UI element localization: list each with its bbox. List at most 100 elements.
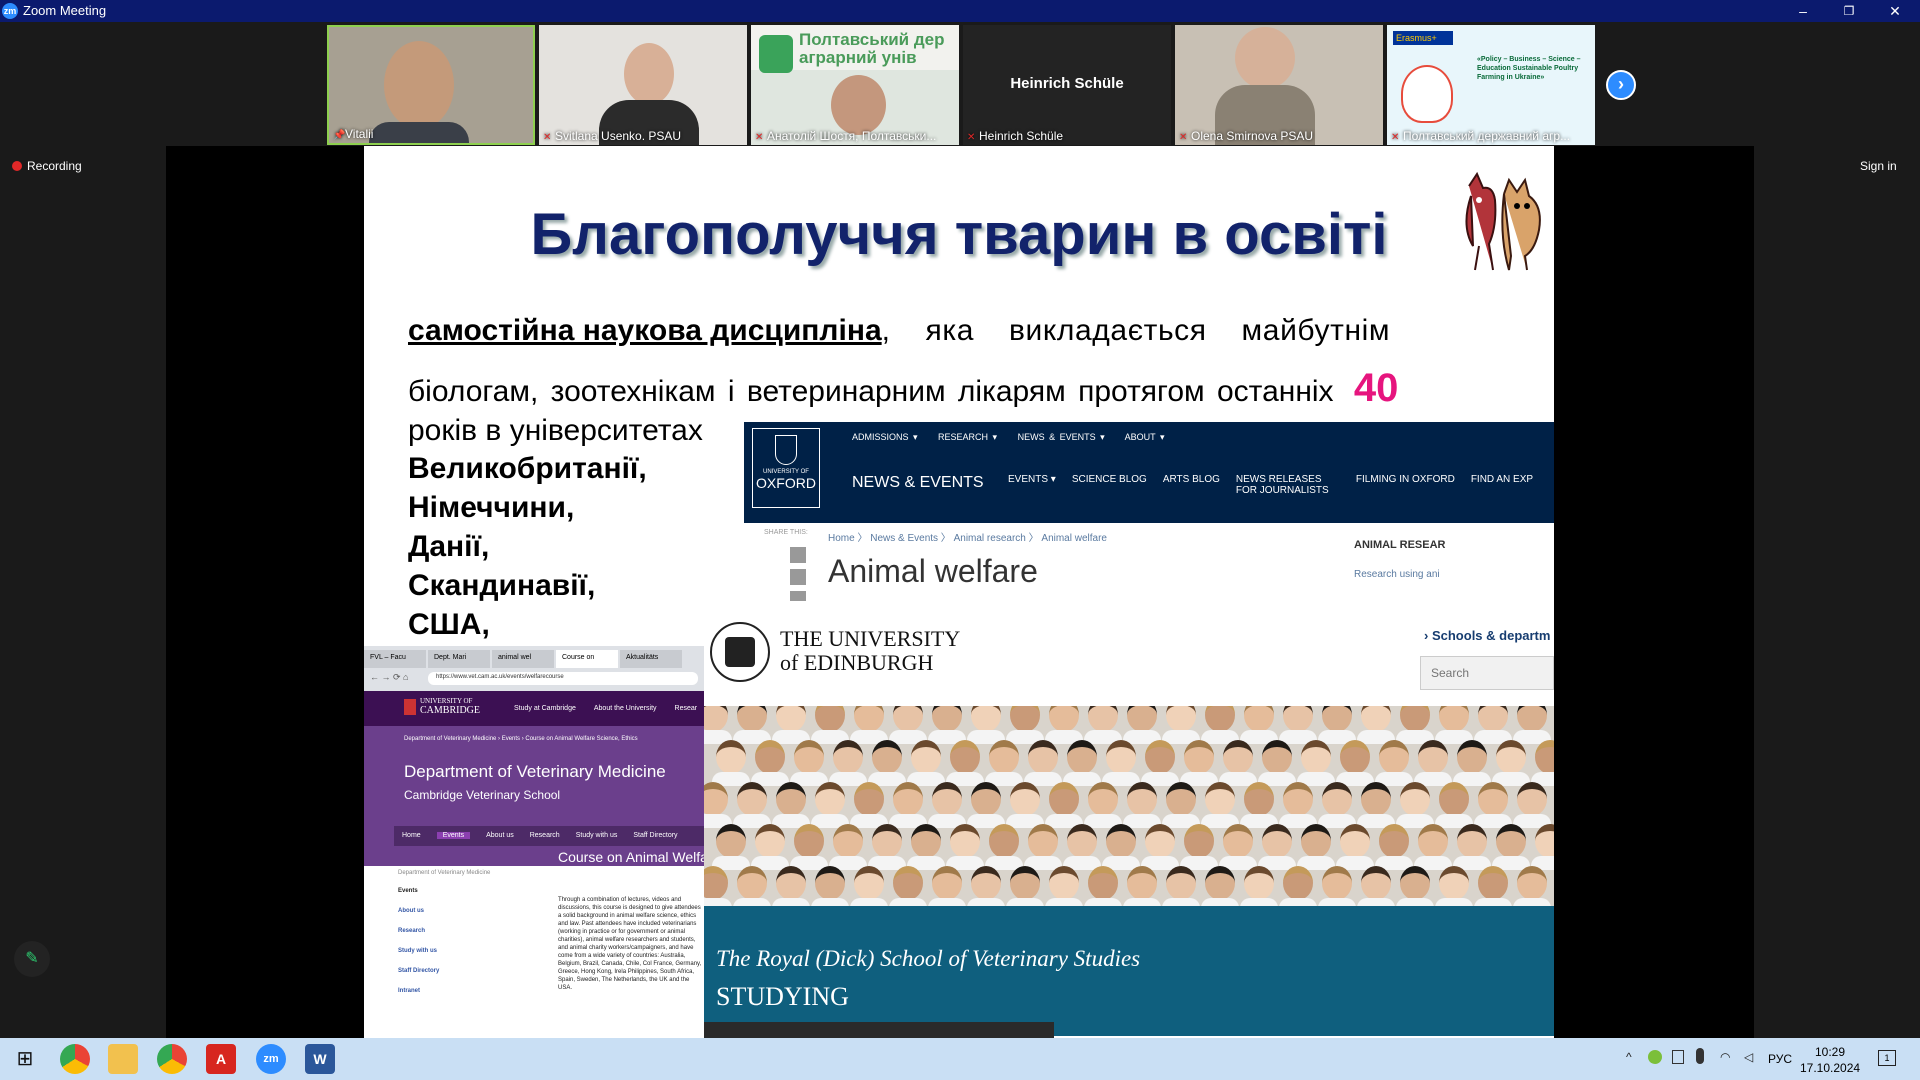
student-head [872, 740, 902, 774]
oxford-side-link[interactable]: Research using ani [1354, 569, 1440, 580]
student-head [794, 740, 824, 774]
student-head [704, 866, 728, 900]
oxford-breadcrumb[interactable]: Home 〉 News & Events 〉 Animal research 〉… [828, 529, 1107, 544]
oxford-submenu-item[interactable]: FIND AN EXP [1471, 474, 1533, 496]
chrome-profile-icon[interactable] [157, 1044, 187, 1074]
next-page-button[interactable]: › [1606, 70, 1636, 100]
schools-link-label: Schools & departm [1431, 628, 1551, 643]
oxford-menu-item[interactable]: NEWS & EVENTS ▾ [1018, 432, 1105, 442]
white-coat [1318, 898, 1356, 906]
white-coat [1357, 898, 1395, 906]
white-coat [1084, 898, 1122, 906]
zoom-icon[interactable]: zm [256, 1044, 286, 1074]
clock-time: 10:29 [1814, 1045, 1846, 1059]
participant-face [624, 43, 674, 105]
close-button[interactable]: ✕ [1872, 0, 1918, 22]
student-head [737, 706, 767, 732]
volume-icon[interactable]: ◁ [1744, 1050, 1753, 1064]
cambridge-nav-item[interactable]: Research [530, 832, 560, 839]
highlight-number: 40 [1353, 366, 1399, 410]
oxford-menu-item[interactable]: ABOUT ▾ [1125, 432, 1165, 442]
oxford-menu-item[interactable]: ADMISSIONS ▾ [852, 432, 918, 442]
cambridge-nav-item[interactable]: Events [436, 832, 471, 839]
tray-device-icon[interactable] [1672, 1050, 1684, 1064]
student-head [1439, 706, 1469, 732]
cambridge-nav-item[interactable]: About us [486, 832, 514, 839]
chrome-icon[interactable] [60, 1044, 90, 1074]
notification-icon[interactable]: 1 [1878, 1050, 1896, 1066]
participant-tile[interactable]: Полтавський дер аграрний унів ✕ Анатолій … [751, 25, 959, 145]
student-head [1223, 824, 1253, 858]
white-coat [772, 898, 810, 906]
browser-tab[interactable]: Aktualitäts [620, 650, 682, 668]
participant-tile[interactable]: ✕ Olena Smirnova PSAU [1175, 25, 1383, 145]
cambridge-side-item[interactable]: Intranet [398, 988, 420, 994]
participant-tile[interactable]: Erasmus+ «Policy – Business – Science – … [1387, 25, 1595, 145]
restore-button[interactable]: ❐ [1826, 0, 1872, 22]
cambridge-logo: UNIVERSITY OF CAMBRIDGE [420, 697, 480, 716]
oxford-submenu-item[interactable]: NEWS RELEASES FOR JOURNALISTS [1236, 474, 1340, 496]
edinburgh-name-line2: of EDINBURGH [780, 650, 934, 675]
minimize-button[interactable]: – [1780, 0, 1826, 22]
taskbar-clock[interactable]: 10:29 17.10.2024 [1800, 1044, 1860, 1076]
participant-tile[interactable]: ✕ Svitlana Usenko. PSAU [539, 25, 747, 145]
schools-link[interactable]: › Schools & departm [1424, 628, 1550, 643]
address-bar[interactable]: https://www.vet.cam.ac.uk/events/welfare… [428, 672, 698, 685]
acrobat-icon[interactable]: A [206, 1044, 236, 1074]
cambridge-side-item[interactable]: Study with us [398, 948, 437, 954]
twitter-icon[interactable] [790, 547, 806, 563]
participant-tile[interactable]: Heinrich Schüle ✕ Heinrich Schüle [963, 25, 1171, 145]
white-coat [1045, 898, 1083, 906]
microphone-icon[interactable] [1696, 1048, 1704, 1064]
student-head [1010, 706, 1040, 732]
student-head [1301, 824, 1331, 858]
sign-in-link[interactable]: Sign in [1860, 159, 1897, 173]
linkedin-icon[interactable] [790, 591, 806, 601]
search-input[interactable] [1420, 656, 1554, 690]
cambridge-top-link[interactable]: Resear [675, 705, 698, 712]
cambridge-top-link[interactable]: Study at Cambridge [514, 705, 576, 712]
student-head [1361, 782, 1391, 816]
student-head [1322, 782, 1352, 816]
word-icon[interactable]: W [305, 1044, 335, 1074]
participant-name: ✕ Heinrich Schüle [967, 129, 1064, 143]
annotate-pencil-button[interactable]: ✎ [14, 941, 50, 977]
student-head [1049, 866, 1079, 900]
cambridge-side-item[interactable]: Staff Directory [398, 968, 439, 974]
clock-date: 17.10.2024 [1800, 1061, 1861, 1075]
language-indicator[interactable]: РУС [1768, 1052, 1792, 1066]
browser-tab[interactable]: FVL – Facu [364, 650, 426, 668]
cambridge-side-item[interactable]: Research [398, 928, 425, 934]
network-icon[interactable]: ◠ [1720, 1050, 1730, 1064]
cambridge-nav-item[interactable]: Study with us [576, 832, 618, 839]
oxford-submenu-item[interactable]: SCIENCE BLOG [1072, 474, 1147, 496]
browser-tab[interactable]: Course on [556, 650, 618, 668]
cambridge-nav-item[interactable]: Home [402, 832, 421, 839]
browser-tab[interactable]: Dept. Mari [428, 650, 490, 668]
cambridge-top-link[interactable]: About the University [594, 705, 657, 712]
facebook-icon[interactable] [790, 569, 806, 585]
oxford-menu-item[interactable]: RESEARCH ▾ [938, 432, 997, 442]
slide-body-line1: самостійна наукова дисципліна, яка викла… [408, 314, 1390, 348]
student-head [833, 740, 863, 774]
tray-chevron-up-icon[interactable]: ^ [1626, 1050, 1632, 1064]
student-head [815, 706, 845, 732]
oxford-submenu-item[interactable]: FILMING IN OXFORD [1356, 474, 1455, 496]
edinburgh-band-subtitle: STUDYING [716, 982, 849, 1011]
oxford-submenu-item[interactable]: ARTS BLOG [1163, 474, 1220, 496]
browser-nav-icons[interactable]: ← → ⟳ ⌂ [370, 672, 408, 683]
cambridge-breadcrumb[interactable]: Department of Veterinary Medicine › Even… [404, 736, 638, 742]
oxford-submenu-item[interactable]: EVENTS ▾ [1008, 474, 1056, 496]
tray-app-icon[interactable] [1648, 1050, 1662, 1064]
student-head [1067, 740, 1097, 774]
cambridge-side-item[interactable]: About us [398, 908, 424, 914]
windows-start-button[interactable]: ⊞ [10, 1044, 40, 1074]
participant-tile[interactable]: 📌Vitalii [327, 25, 535, 145]
cambridge-side-item[interactable]: Events [398, 888, 418, 894]
explorer-icon[interactable] [108, 1044, 138, 1074]
browser-tab[interactable]: animal wel [492, 650, 554, 668]
student-head [1517, 866, 1547, 900]
student-head [1049, 706, 1079, 732]
crest-icon [775, 435, 797, 465]
cambridge-nav-item[interactable]: Staff Directory [633, 832, 677, 839]
